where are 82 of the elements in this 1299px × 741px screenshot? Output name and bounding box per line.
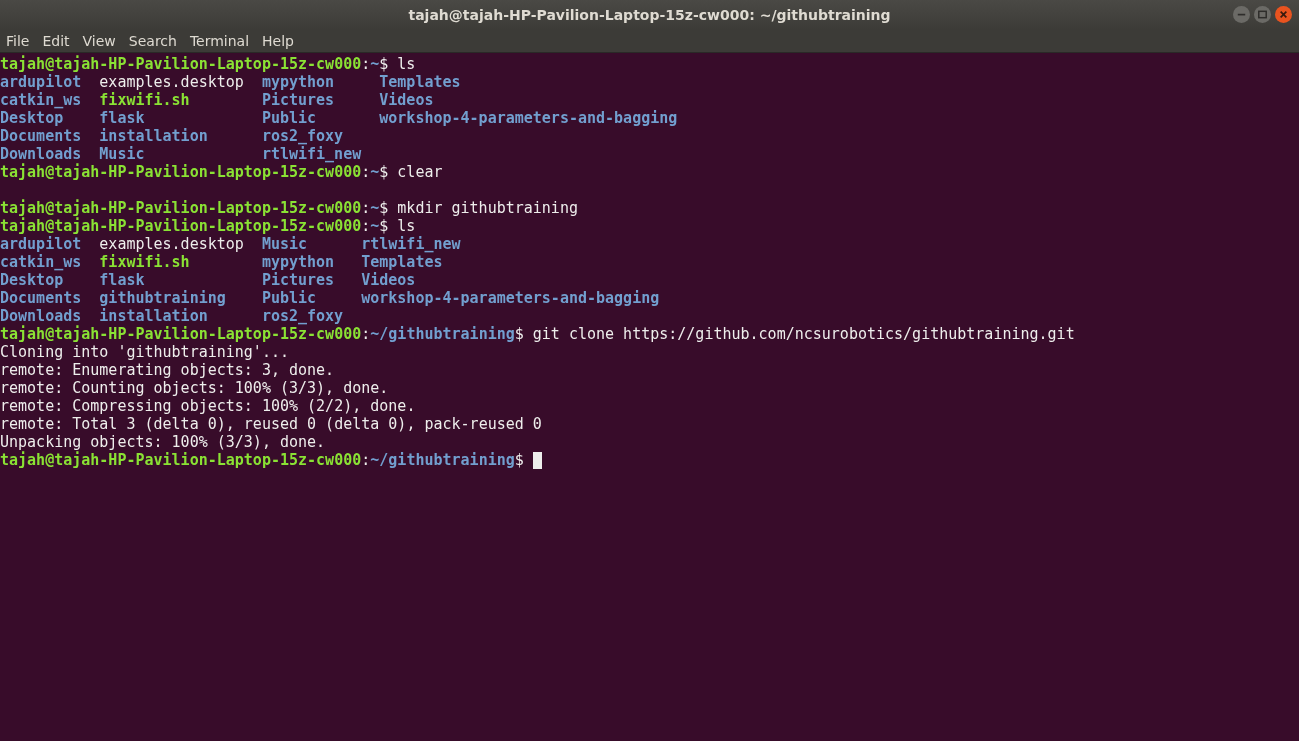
output-text: remote: Enumerating objects: 3, done.: [0, 361, 335, 379]
prompt-colon: :: [361, 163, 371, 181]
file-name: Videos: [361, 271, 417, 289]
file-name: ros2_foxy: [261, 127, 345, 145]
output-text: remote: Total 3 (delta 0), reused 0 (delta 0), pack-reused 0: [0, 415, 542, 433]
command-text: ls: [397, 217, 416, 235]
prompt-path: ~/githubtraining: [370, 451, 515, 469]
prompt-path: ~: [370, 163, 380, 181]
prompt-user-host: tajah@tajah-HP-Pavilion-Laptop-15z-cw000: [0, 199, 362, 217]
file-name: Templates: [379, 73, 462, 91]
file-name: Desktop: [0, 271, 65, 289]
prompt-path: ~: [370, 55, 380, 73]
menu-item[interactable]: Help: [262, 33, 294, 49]
close-button[interactable]: [1275, 6, 1292, 23]
file-name: githubtraining: [99, 289, 227, 307]
file-name: ardupilot: [0, 73, 82, 91]
prompt-colon: :: [361, 325, 371, 343]
file-name: flask: [99, 271, 146, 289]
file-name: Pictures: [261, 271, 336, 289]
window-title: tajah@tajah-HP-Pavilion-Laptop-15z-cw000: ~/githubtraining: [408, 7, 891, 23]
output-text: remote: Counting objects: 100% (3/3), done.: [0, 379, 389, 397]
prompt-colon: :: [361, 199, 371, 217]
file-name: flask: [99, 109, 146, 127]
prompt-colon: :: [361, 451, 371, 469]
prompt-user-host: tajah@tajah-HP-Pavilion-Laptop-15z-cw000: [0, 451, 362, 469]
command-text: clear: [397, 163, 443, 181]
file-name: fixwifi.sh: [99, 91, 191, 109]
prompt-colon: :: [361, 55, 371, 73]
prompt-path: ~: [370, 199, 380, 217]
file-name: Downloads: [0, 145, 82, 163]
file-name: Documents: [0, 289, 82, 307]
file-name: rtlwifi_new: [261, 145, 362, 163]
file-name: mypython: [261, 253, 336, 271]
file-name: Documents: [0, 127, 82, 145]
prompt-path: ~/githubtraining: [370, 325, 515, 343]
prompt-dollar: $: [514, 325, 524, 343]
prompt-user-host: tajah@tajah-HP-Pavilion-Laptop-15z-cw000: [0, 325, 362, 343]
file-name: installation: [99, 307, 209, 325]
file-name: Desktop: [0, 109, 65, 127]
prompt-dollar: $: [379, 55, 389, 73]
file-name: Downloads: [0, 307, 82, 325]
prompt-path: ~: [370, 217, 380, 235]
prompt-colon: :: [361, 217, 371, 235]
file-name: Music: [261, 235, 309, 253]
file-name: examples.desktop: [99, 235, 244, 253]
file-name: ros2_foxy: [261, 307, 344, 325]
file-name: Public: [261, 289, 318, 307]
file-name: workshop-4-parameters-and-bagging: [361, 289, 660, 307]
menu-item[interactable]: File: [6, 33, 30, 49]
file-name: examples.desktop: [99, 73, 244, 91]
file-name: workshop-4-parameters-and-bagging: [379, 109, 678, 127]
prompt-user-host: tajah@tajah-HP-Pavilion-Laptop-15z-cw000: [0, 217, 362, 235]
file-name: rtlwifi_new: [361, 235, 462, 253]
file-name: Public: [261, 109, 318, 127]
menu-item[interactable]: Terminal: [189, 33, 250, 49]
command-text: ls: [397, 55, 416, 73]
file-name: Pictures: [261, 91, 336, 109]
file-name: Music: [99, 145, 146, 163]
file-name: ardupilot: [0, 235, 82, 253]
file-name: Templates: [361, 253, 444, 271]
menu-item[interactable]: Edit: [42, 33, 70, 49]
minimize-button[interactable]: [1233, 6, 1250, 23]
command-text: git clone https://github.com/ncsurobotics/githubtraining.git: [532, 325, 1075, 343]
file-name: mypython: [261, 73, 336, 91]
file-name: Videos: [379, 91, 435, 109]
prompt-dollar: $: [379, 163, 389, 181]
prompt-user-host: tajah@tajah-HP-Pavilion-Laptop-15z-cw000: [0, 55, 362, 73]
output-text: remote: Compressing objects: 100% (2/2), done.: [0, 397, 416, 415]
output-text: Cloning into 'githubtraining'...: [0, 343, 289, 361]
menu-item[interactable]: View: [82, 33, 116, 49]
prompt-dollar: $: [379, 199, 389, 217]
file-name: fixwifi.sh: [99, 253, 191, 271]
prompt-dollar: $: [379, 217, 389, 235]
prompt-user-host: tajah@tajah-HP-Pavilion-Laptop-15z-cw000: [0, 163, 362, 181]
file-name: installation: [99, 127, 209, 145]
maximize-button[interactable]: [1254, 6, 1271, 23]
command-text: mkdir githubtraining: [397, 199, 578, 217]
menu-item[interactable]: Search: [128, 33, 177, 49]
file-name: catkin_ws: [0, 253, 82, 271]
prompt-dollar: $: [514, 451, 524, 469]
file-name: catkin_ws: [0, 91, 82, 109]
output-text: Unpacking objects: 100% (3/3), done.: [0, 433, 326, 451]
